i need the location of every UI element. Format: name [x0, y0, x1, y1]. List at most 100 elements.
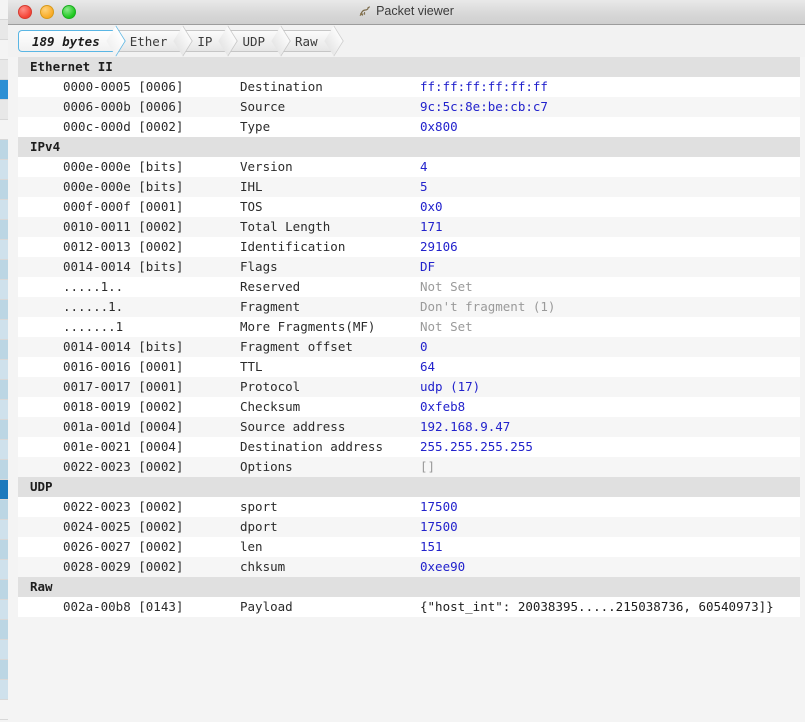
field-value: 171: [420, 219, 443, 234]
field-value: 0x0: [420, 199, 443, 214]
packet-field-row[interactable]: .....1.. Reserved Not Set: [18, 277, 800, 297]
field-offset: 0018-0019 [0002]: [63, 399, 184, 414]
field-name: Fragment offset: [240, 339, 353, 354]
breadcrumb-item-label: Ether: [129, 33, 168, 49]
packet-field-row[interactable]: ......1. Fragment Don't fragment (1): [18, 297, 800, 317]
packet-field-row[interactable]: 0016-0016 [0001] TTL 64: [18, 357, 800, 377]
field-offset: 0024-0025 [0002]: [63, 519, 184, 534]
packet-field-row[interactable]: 0010-0011 [0002] Total Length 171: [18, 217, 800, 237]
packet-field-row[interactable]: 001e-0021 [0004] Destination address 255.2…: [18, 437, 800, 457]
field-offset: 0014-0014 [bits]: [63, 339, 184, 354]
packet-field-row[interactable]: 000c-000d [0002] Type 0x800: [18, 117, 800, 137]
packet-field-row[interactable]: 000f-000f [0001] TOS 0x0: [18, 197, 800, 217]
breadcrumb-item-label: 189 bytes: [32, 33, 100, 49]
protocol-section-header[interactable]: Raw: [18, 577, 800, 597]
packet-field-row[interactable]: 0022-0023 [0002] Options []: [18, 457, 800, 477]
field-name: Fragment: [240, 299, 301, 314]
field-name: Flags: [240, 259, 278, 274]
protocol-section-header[interactable]: IPv4: [18, 137, 800, 157]
packet-field-row[interactable]: 000e-000e [bits] IHL 5: [18, 177, 800, 197]
field-name: chksum: [240, 559, 286, 574]
field-value: 192.168.9.47: [420, 419, 511, 434]
field-offset: 0012-0013 [0002]: [63, 239, 184, 254]
field-value: 255.255.255.255: [420, 439, 533, 454]
section-label: Raw: [30, 579, 53, 594]
field-offset: ......1.: [63, 299, 124, 314]
breadcrumb-item-label: IP: [197, 33, 213, 49]
breadcrumb-item-label: UDP: [242, 33, 266, 49]
field-name: Source address: [240, 419, 346, 434]
packet-field-row[interactable]: 0014-0014 [bits] Fragment offset 0: [18, 337, 800, 357]
field-offset: 0022-0023 [0002]: [63, 499, 184, 514]
section-label: Ethernet II: [30, 59, 113, 74]
field-offset: 000e-000e [bits]: [63, 179, 184, 194]
field-value: 64: [420, 359, 436, 374]
field-value: []: [420, 459, 436, 474]
field-value: Don't fragment (1): [420, 299, 556, 314]
field-value: 17500: [420, 519, 458, 534]
field-name: Total Length: [240, 219, 331, 234]
packet-field-row[interactable]: 0006-000b [0006] Source 9c:5c:8e:be:cb:c7: [18, 97, 800, 117]
minimize-button[interactable]: [40, 5, 54, 19]
field-offset: 000e-000e [bits]: [63, 159, 184, 174]
field-value: 9c:5c:8e:be:cb:c7: [420, 99, 548, 114]
field-name: dport: [240, 519, 278, 534]
field-value: ff:ff:ff:ff:ff:ff: [420, 79, 548, 94]
field-value: 5: [420, 179, 428, 194]
field-name: Identification: [240, 239, 346, 254]
field-offset: 0026-0027 [0002]: [63, 539, 184, 554]
field-name: Source: [240, 99, 286, 114]
field-name: Payload: [240, 599, 293, 614]
field-offset: 0017-0017 [0001]: [63, 379, 184, 394]
table-empty-area: [18, 617, 800, 722]
field-offset: 0000-0005 [0006]: [63, 79, 184, 94]
field-value: DF: [420, 259, 436, 274]
protocol-section-header[interactable]: UDP: [18, 477, 800, 497]
field-value: 0xfeb8: [420, 399, 466, 414]
packet-field-row[interactable]: 0000-0005 [0006] Destination ff:ff:ff:ff:f…: [18, 77, 800, 97]
field-name: Destination: [240, 79, 323, 94]
field-offset: 000f-000f [0001]: [63, 199, 184, 214]
field-name: IHL: [240, 179, 263, 194]
field-value: 4: [420, 159, 428, 174]
field-value: {"host_int": 20038395.....215038736, 605…: [420, 599, 774, 614]
breadcrumb: 189 bytes Ether IP UDP Raw: [8, 25, 805, 57]
packet-field-row[interactable]: 0022-0023 [0002] sport 17500: [18, 497, 800, 517]
breadcrumb-item-189-bytes[interactable]: 189 bytes: [18, 30, 116, 52]
packet-field-row[interactable]: 0026-0027 [0002] len 151: [18, 537, 800, 557]
packet-field-row[interactable]: 0028-0029 [0002] chksum 0xee90: [18, 557, 800, 577]
packet-field-row[interactable]: 002a-00b8 [0143] Payload {"host_int": 2003…: [18, 597, 800, 617]
field-name: Reserved: [240, 279, 301, 294]
field-name: sport: [240, 499, 278, 514]
field-offset: 001a-001d [0004]: [63, 419, 184, 434]
field-offset: 0028-0029 [0002]: [63, 559, 184, 574]
breadcrumb-item-ether[interactable]: Ether: [115, 30, 184, 52]
field-name: Version: [240, 159, 293, 174]
packet-field-row[interactable]: .......1 More Fragments(MF) Not Set: [18, 317, 800, 337]
packet-field-row[interactable]: 0017-0017 [0001] Protocol udp (17): [18, 377, 800, 397]
field-offset: 0010-0011 [0002]: [63, 219, 184, 234]
packet-field-row[interactable]: 0014-0014 [bits] Flags DF: [18, 257, 800, 277]
field-offset: .......1: [63, 319, 124, 334]
field-value: 29106: [420, 239, 458, 254]
field-offset: .....1..: [63, 279, 124, 294]
field-value: udp (17): [420, 379, 481, 394]
packet-field-row[interactable]: 001a-001d [0004] Source address 192.168.9.…: [18, 417, 800, 437]
field-offset: 0014-0014 [bits]: [63, 259, 184, 274]
packet-field-row[interactable]: 0024-0025 [0002] dport 17500: [18, 517, 800, 537]
packet-field-row[interactable]: 000e-000e [bits] Version 4: [18, 157, 800, 177]
window-controls: [18, 5, 76, 19]
maximize-button[interactable]: [62, 5, 76, 19]
packet-field-row[interactable]: 0018-0019 [0002] Checksum 0xfeb8: [18, 397, 800, 417]
field-value: Not Set: [420, 319, 473, 334]
field-offset: 002a-00b8 [0143]: [63, 599, 184, 614]
close-button[interactable]: [18, 5, 32, 19]
packet-viewer-window: Packet viewer 189 bytes Ether IP UDP Raw Eth…: [8, 0, 805, 722]
protocol-section-header[interactable]: Ethernet II: [18, 57, 800, 77]
field-name: TOS: [240, 199, 263, 214]
field-offset: 001e-0021 [0004]: [63, 439, 184, 454]
section-label: IPv4: [30, 139, 61, 154]
field-value: Not Set: [420, 279, 473, 294]
packet-detail-table: Ethernet II 0000-0005 [0006] Destination ff…: [8, 57, 805, 722]
packet-field-row[interactable]: 0012-0013 [0002] Identification 29106: [18, 237, 800, 257]
